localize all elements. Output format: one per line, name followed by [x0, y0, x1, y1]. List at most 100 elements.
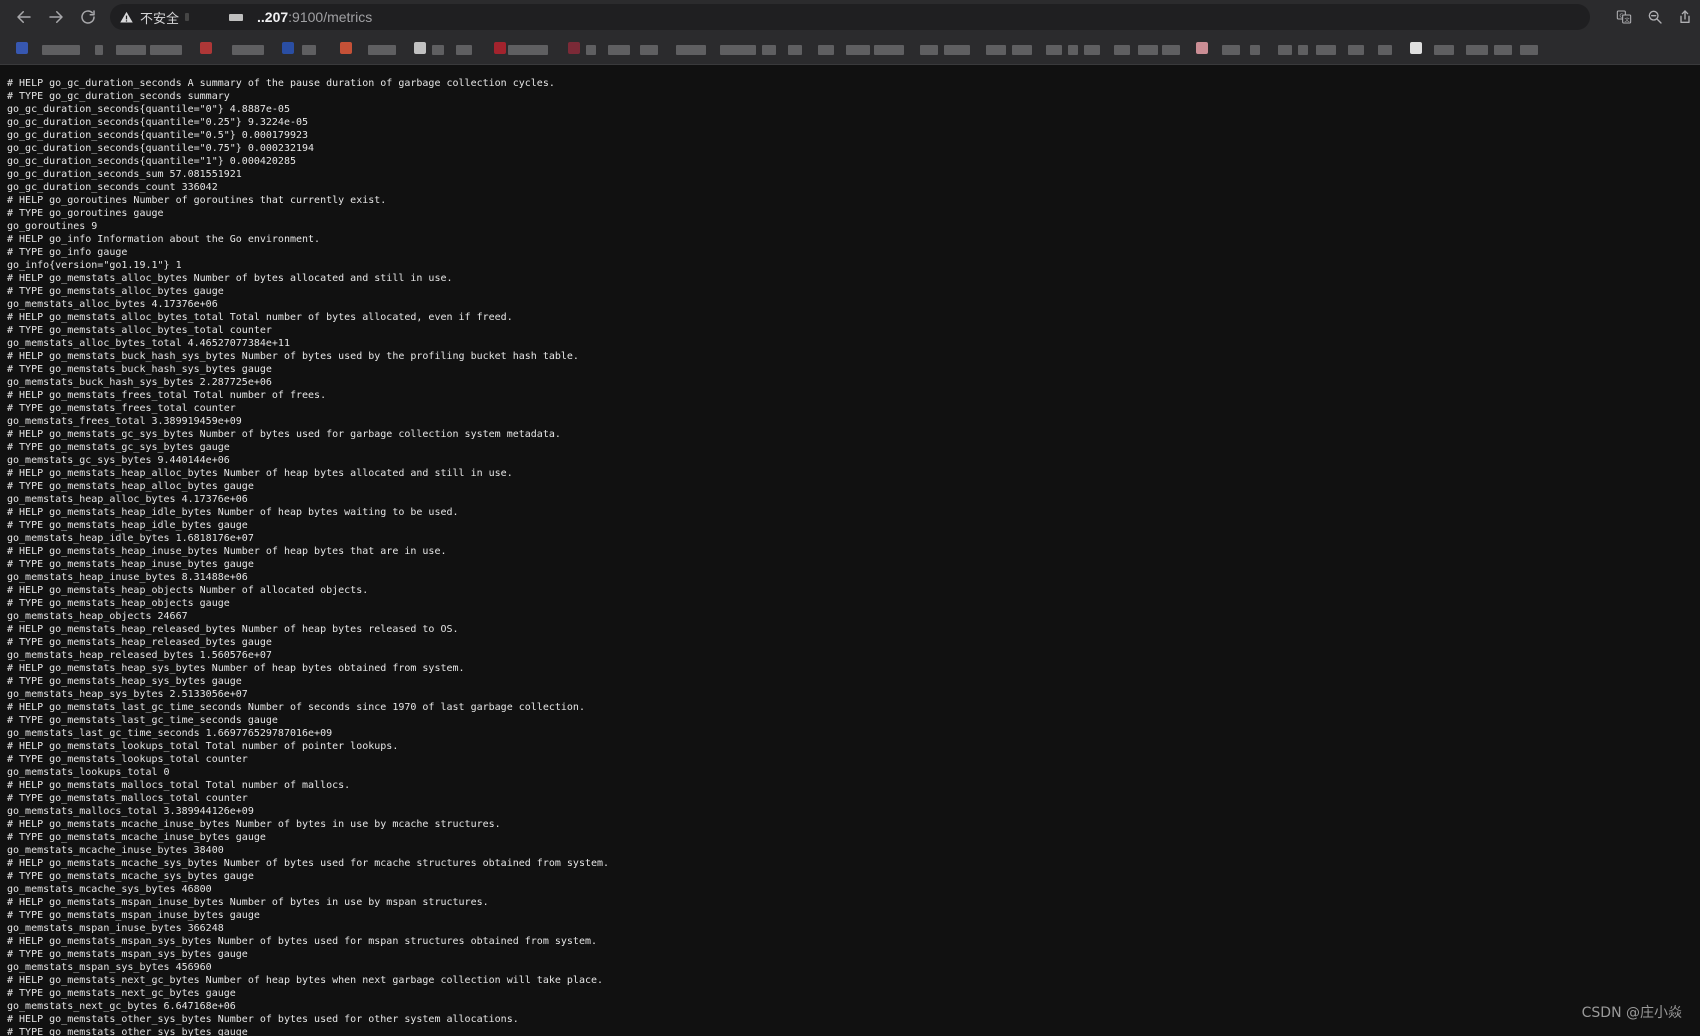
back-button[interactable] [10, 3, 38, 31]
bookmark-item[interactable] [1520, 45, 1538, 55]
metrics-line: # TYPE go_info gauge [7, 247, 128, 258]
bookmark-item[interactable] [508, 45, 548, 55]
share-button[interactable] [1676, 8, 1694, 26]
metrics-line: go_memstats_last_gc_time_seconds 1.66977… [7, 728, 333, 739]
bookmark-favicon[interactable] [340, 42, 352, 54]
reload-button[interactable] [74, 3, 102, 31]
metrics-line: # TYPE go_gc_duration_seconds summary [7, 91, 230, 102]
metrics-line: # TYPE go_goroutines gauge [7, 208, 164, 219]
page-content: # HELP go_gc_duration_seconds A summary … [0, 77, 1700, 1036]
metrics-line: # HELP go_memstats_buck_hash_sys_bytes N… [7, 351, 579, 362]
metrics-line: go_memstats_mcache_inuse_bytes 38400 [7, 845, 224, 856]
browser-toolbar: 不安全 ..207:9100/metrics G文 [0, 0, 1700, 34]
address-bar[interactable]: 不安全 ..207:9100/metrics [110, 4, 1590, 30]
metrics-line: go_memstats_heap_objects 24667 [7, 611, 188, 622]
metrics-line: go_memstats_alloc_bytes_total 4.46527077… [7, 338, 290, 349]
bookmark-item[interactable] [1348, 45, 1364, 55]
bookmark-item[interactable] [1298, 45, 1308, 55]
metrics-line: # HELP go_memstats_mspan_sys_bytes Numbe… [7, 936, 598, 947]
url-path: :9100/metrics [288, 9, 373, 25]
bookmark-item[interactable] [368, 45, 396, 55]
bookmark-item[interactable] [1222, 45, 1240, 55]
bookmark-item[interactable] [42, 45, 80, 55]
metrics-line: # HELP go_memstats_heap_sys_bytes Number… [7, 663, 465, 674]
bookmark-item[interactable] [1012, 45, 1032, 55]
bookmark-item[interactable] [920, 45, 938, 55]
bookmark-item[interactable] [586, 45, 596, 55]
metrics-line: # HELP go_memstats_heap_objects Number o… [7, 585, 369, 596]
bookmark-item[interactable] [818, 45, 834, 55]
metrics-line: # TYPE go_memstats_heap_alloc_bytes gaug… [7, 481, 254, 492]
arrow-right-icon [49, 11, 63, 23]
browser-window: 不安全 ..207:9100/metrics G文 # HELP go_gc_d… [0, 0, 1700, 1036]
bookmark-item[interactable] [1162, 45, 1180, 55]
bookmark-item[interactable] [1250, 45, 1260, 55]
bookmark-item[interactable] [944, 45, 970, 55]
bookmark-item[interactable] [608, 45, 630, 55]
bookmark-item[interactable] [846, 45, 870, 55]
metrics-line: go_info{version="go1.19.1"} 1 [7, 260, 182, 271]
metrics-line: go_memstats_heap_released_bytes 1.560576… [7, 650, 272, 661]
bookmark-item[interactable] [456, 45, 472, 55]
metrics-line: go_memstats_mspan_inuse_bytes 366248 [7, 923, 224, 934]
bookmark-favicon[interactable] [16, 42, 28, 54]
forward-button[interactable] [42, 3, 70, 31]
zoom-button[interactable] [1646, 8, 1664, 26]
bookmark-item[interactable] [762, 45, 776, 55]
bookmark-item[interactable] [1278, 45, 1292, 55]
bookmark-item[interactable] [1114, 45, 1130, 55]
metrics-line: # TYPE go_memstats_mcache_inuse_bytes ga… [7, 832, 266, 843]
metrics-line: go_memstats_lookups_total 0 [7, 767, 170, 778]
bookmark-item[interactable] [1046, 45, 1062, 55]
metrics-line: # TYPE go_memstats_alloc_bytes_total cou… [7, 325, 272, 336]
bookmark-favicon[interactable] [200, 42, 212, 54]
metrics-line: go_gc_duration_seconds{quantile="1"} 0.0… [7, 156, 296, 167]
bookmark-item[interactable] [676, 45, 706, 55]
bookmark-favicon[interactable] [568, 42, 580, 54]
metrics-line: # HELP go_memstats_mallocs_total Total n… [7, 780, 351, 791]
bookmark-item[interactable] [986, 45, 1006, 55]
metrics-line: go_memstats_mallocs_total 3.389944126e+0… [7, 806, 254, 817]
bookmark-item[interactable] [432, 45, 444, 55]
bookmark-item[interactable] [116, 45, 146, 55]
bookmark-item[interactable] [1434, 45, 1454, 55]
bookmark-item[interactable] [1316, 45, 1336, 55]
bookmark-item[interactable] [1138, 45, 1158, 55]
bookmark-item[interactable] [1084, 45, 1100, 55]
translate-button[interactable]: G文 [1615, 8, 1633, 26]
bookmark-favicon[interactable] [414, 42, 426, 54]
metrics-line: # TYPE go_memstats_frees_total counter [7, 403, 236, 414]
bookmark-favicon[interactable] [1410, 42, 1422, 54]
arrow-left-icon [17, 11, 31, 23]
bookmark-item[interactable] [1068, 45, 1078, 55]
metrics-line: # TYPE go_memstats_last_gc_time_seconds … [7, 715, 278, 726]
translate-icon: G文 [1616, 10, 1632, 24]
metrics-line: # HELP go_memstats_next_gc_bytes Number … [7, 975, 604, 986]
metrics-line: # TYPE go_memstats_alloc_bytes gauge [7, 286, 224, 297]
metrics-line: # TYPE go_memstats_mallocs_total counter [7, 793, 248, 804]
metrics-line: # TYPE go_memstats_heap_released_bytes g… [7, 637, 272, 648]
bookmark-item[interactable] [788, 45, 802, 55]
bookmark-favicon[interactable] [494, 42, 506, 54]
bookmark-item[interactable] [95, 45, 103, 55]
bookmark-item[interactable] [1494, 45, 1512, 55]
bookmark-item[interactable] [232, 45, 264, 55]
security-label[interactable]: 不安全 [140, 8, 179, 27]
metrics-line: # HELP go_memstats_heap_inuse_bytes Numb… [7, 546, 447, 557]
bookmark-item[interactable] [150, 45, 182, 55]
bookmark-favicon[interactable] [282, 42, 294, 54]
watermark: CSDN @庄小焱 [1581, 1005, 1682, 1021]
metrics-line: go_memstats_mcache_sys_bytes 46800 [7, 884, 212, 895]
metrics-text: # HELP go_gc_duration_seconds A summary … [0, 77, 1700, 1036]
metrics-line: # HELP go_memstats_last_gc_time_seconds … [7, 702, 585, 713]
redacted-separator [183, 10, 190, 25]
bookmark-favicon[interactable] [1196, 42, 1208, 54]
bookmark-item[interactable] [874, 45, 904, 55]
share-icon [1680, 10, 1690, 23]
metrics-line: # HELP go_memstats_heap_idle_bytes Numbe… [7, 507, 459, 518]
bookmark-item[interactable] [1466, 45, 1488, 55]
bookmark-item[interactable] [720, 45, 756, 55]
bookmark-item[interactable] [1378, 45, 1392, 55]
bookmark-item[interactable] [640, 45, 658, 55]
bookmark-item[interactable] [302, 45, 316, 55]
